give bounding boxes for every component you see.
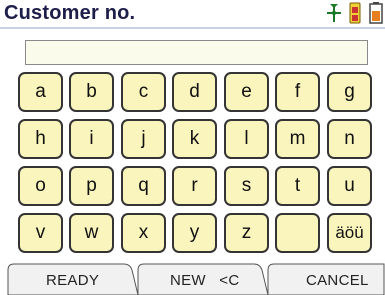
page-title: Customer no.	[4, 2, 136, 24]
key-g[interactable]: g	[327, 72, 372, 112]
key-h[interactable]: h	[18, 119, 63, 159]
key-j[interactable]: j	[121, 119, 166, 159]
softkey-bar: READY NEW <C CANCEL	[0, 263, 385, 295]
key-l[interactable]: l	[224, 119, 269, 159]
status-icons	[305, 2, 385, 24]
new-clear-button[interactable]: NEW <C	[170, 272, 240, 289]
key-o[interactable]: o	[18, 166, 63, 206]
screen: Customer no. a b c d e f g h i j k l m n…	[0, 0, 385, 295]
fan-icon	[327, 4, 341, 22]
cancel-button[interactable]: CANCEL	[306, 272, 369, 289]
ready-button[interactable]: READY	[46, 272, 99, 289]
key-m[interactable]: m	[275, 119, 320, 159]
on-screen-keyboard: a b c d e f g h i j k l m n o p q r s t …	[18, 72, 378, 260]
key-a[interactable]: a	[18, 72, 63, 112]
key-umlauts[interactable]: äöü	[327, 213, 372, 253]
title-divider	[0, 27, 385, 29]
key-d[interactable]: d	[172, 72, 217, 112]
key-e[interactable]: e	[224, 72, 269, 112]
title-bar: Customer no.	[0, 0, 385, 27]
battery-icon	[369, 2, 383, 24]
customer-number-input[interactable]	[25, 40, 368, 65]
key-p[interactable]: p	[69, 166, 114, 206]
key-y[interactable]: y	[172, 213, 217, 253]
key-s[interactable]: s	[224, 166, 269, 206]
key-n[interactable]: n	[327, 119, 372, 159]
key-t[interactable]: t	[275, 166, 320, 206]
battery-plug-icon	[349, 2, 361, 24]
key-f[interactable]: f	[275, 72, 320, 112]
key-v[interactable]: v	[18, 213, 63, 253]
key-u[interactable]: u	[327, 166, 372, 206]
key-blank[interactable]	[275, 213, 320, 253]
key-w[interactable]: w	[69, 213, 114, 253]
key-x[interactable]: x	[121, 213, 166, 253]
key-k[interactable]: k	[172, 119, 217, 159]
key-c[interactable]: c	[121, 72, 166, 112]
key-r[interactable]: r	[172, 166, 217, 206]
key-b[interactable]: b	[69, 72, 114, 112]
key-z[interactable]: z	[224, 213, 269, 253]
key-i[interactable]: i	[69, 119, 114, 159]
key-q[interactable]: q	[121, 166, 166, 206]
